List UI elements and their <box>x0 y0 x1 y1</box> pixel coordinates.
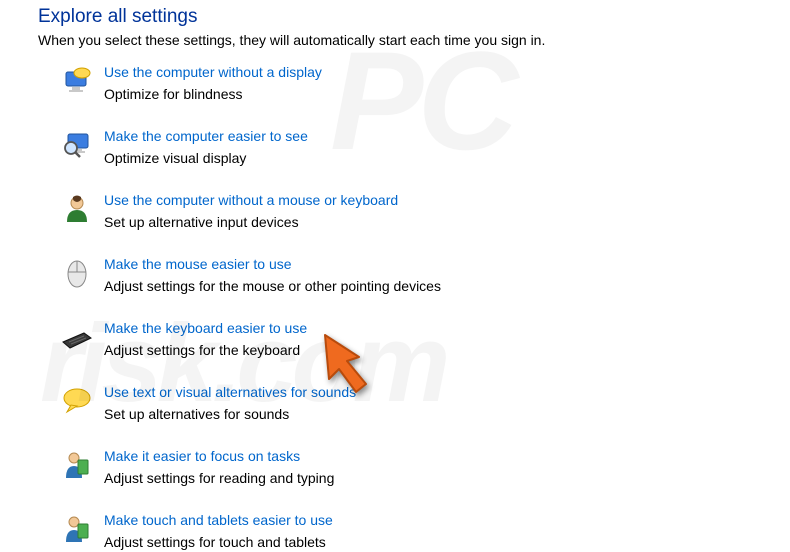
setting-desc: Optimize for blindness <box>104 84 322 104</box>
monitor-speech-icon <box>56 62 98 98</box>
pointer-arrow-icon <box>319 329 391 404</box>
link-touch-tablets-easier[interactable]: Make touch and tablets easier to use <box>104 512 333 528</box>
user-profile-icon <box>56 190 98 226</box>
link-use-computer-without-display[interactable]: Use the computer without a display <box>104 64 322 80</box>
setting-row: Make it easier to focus on tasks Adjust … <box>56 446 790 488</box>
setting-row: Make touch and tablets easier to use Adj… <box>56 510 790 552</box>
link-easier-focus-tasks[interactable]: Make it easier to focus on tasks <box>104 448 300 464</box>
link-make-computer-easier-to-see[interactable]: Make the computer easier to see <box>104 128 308 144</box>
setting-row: Use the computer without a mouse or keyb… <box>56 190 790 232</box>
setting-desc: Set up alternative input devices <box>104 212 398 232</box>
watermark-pc: PC <box>330 20 512 182</box>
monitor-magnifier-icon <box>56 126 98 162</box>
setting-desc: Adjust settings for touch and tablets <box>104 532 333 552</box>
mouse-icon <box>56 254 98 290</box>
setting-row: Make the mouse easier to use Adjust sett… <box>56 254 790 296</box>
user-book-icon <box>56 510 98 546</box>
link-make-mouse-easier[interactable]: Make the mouse easier to use <box>104 256 292 272</box>
setting-desc: Adjust settings for the mouse or other p… <box>104 276 441 296</box>
user-book-icon <box>56 446 98 482</box>
link-use-computer-without-mouse-keyboard[interactable]: Use the computer without a mouse or keyb… <box>104 192 398 208</box>
setting-desc: Adjust settings for reading and typing <box>104 468 334 488</box>
setting-desc: Optimize visual display <box>104 148 308 168</box>
